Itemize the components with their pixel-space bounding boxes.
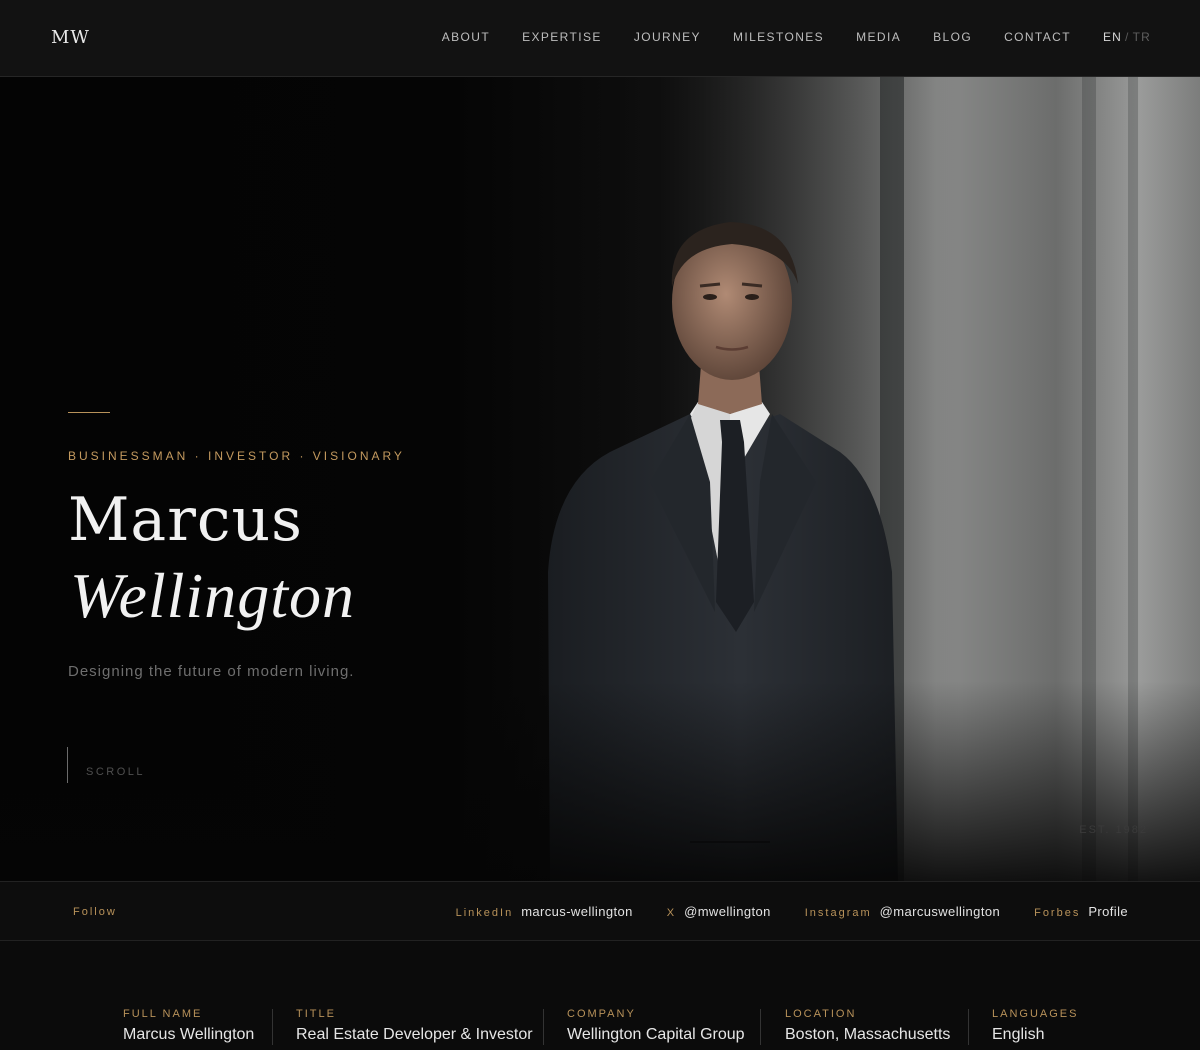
fact-label: FULL NAME — [123, 1008, 203, 1020]
hero-section: BUSINESSMAN · INVESTOR · VISIONARY Marcu… — [0, 77, 1200, 881]
social-handle: @marcuswellington — [879, 904, 1001, 919]
fact-title: TITLE Real Estate Developer & Investor — [296, 1008, 533, 1044]
fact-value: English — [992, 1026, 1045, 1043]
fact-value: Boston, Massachusetts — [785, 1026, 951, 1043]
main-nav: ABOUT EXPERTISE JOURNEY MILESTONES MEDIA… — [410, 30, 1151, 44]
social-handle: marcus-wellington — [521, 904, 633, 919]
fact-full-name: FULL NAME Marcus Wellington — [123, 1008, 254, 1044]
logo[interactable]: MW — [51, 27, 90, 48]
fact-value: Real Estate Developer & Investor — [296, 1026, 533, 1043]
social-network: Forbes — [1034, 907, 1081, 919]
social-network: X — [666, 907, 677, 919]
lang-en[interactable]: EN — [1103, 30, 1122, 44]
fact-divider — [543, 1009, 544, 1045]
top-navigation-bar: MW ABOUT EXPERTISE JOURNEY MILESTONES ME… — [0, 0, 1200, 77]
follow-bar: Follow LinkedIn marcus-wellington X @mwe… — [0, 881, 1200, 941]
fact-value: Wellington Capital Group — [567, 1026, 745, 1043]
established-label: EST. 1982 — [1079, 824, 1148, 836]
nav-about[interactable]: ABOUT — [442, 30, 490, 44]
fact-divider — [968, 1009, 969, 1045]
nav-milestones[interactable]: MILESTONES — [733, 30, 824, 44]
fact-languages: LANGUAGES English — [992, 1008, 1078, 1044]
nav-media[interactable]: MEDIA — [856, 30, 901, 44]
hero-tagline: BUSINESSMAN · INVESTOR · VISIONARY — [68, 449, 405, 463]
fact-label: LANGUAGES — [992, 1008, 1079, 1020]
hero-last-name: Wellington — [70, 560, 355, 631]
hero-fade — [0, 681, 1200, 881]
social-link-linkedin[interactable]: LinkedIn marcus-wellington — [456, 904, 633, 919]
lang-separator: / — [1125, 30, 1130, 44]
scroll-indicator[interactable] — [67, 747, 68, 783]
fact-company: COMPANY Wellington Capital Group — [567, 1008, 745, 1044]
social-links: LinkedIn marcus-wellington X @mwellingto… — [422, 904, 1128, 919]
social-link-instagram[interactable]: Instagram @marcuswellington — [805, 904, 1000, 919]
social-link-x[interactable]: X @mwellington — [667, 904, 771, 919]
nav-blog[interactable]: BLOG — [933, 30, 972, 44]
fact-location: LOCATION Boston, Massachusetts — [785, 1008, 950, 1044]
fact-label: LOCATION — [785, 1008, 857, 1020]
fact-divider — [760, 1009, 761, 1045]
social-handle: Profile — [1088, 904, 1128, 919]
language-switcher: EN / TR — [1103, 30, 1151, 44]
fact-divider — [272, 1009, 273, 1045]
hero-first-name: Marcus — [68, 485, 303, 555]
fact-label: COMPANY — [567, 1008, 636, 1020]
scroll-label[interactable]: SCROLL — [86, 766, 145, 778]
social-handle: @mwellington — [684, 904, 771, 919]
hero-subline: Designing the future of modern living. — [68, 663, 355, 680]
social-network: Instagram — [804, 907, 872, 919]
fact-value: Marcus Wellington — [123, 1026, 255, 1043]
nav-contact[interactable]: CONTACT — [1004, 30, 1071, 44]
nav-journey[interactable]: JOURNEY — [634, 30, 701, 44]
nav-expertise[interactable]: EXPERTISE — [522, 30, 602, 44]
profile-facts: FULL NAME Marcus Wellington TITLE Real E… — [0, 941, 1200, 1050]
accent-line — [68, 412, 110, 413]
fact-label: TITLE — [296, 1008, 336, 1020]
social-link-forbes[interactable]: Forbes Profile — [1034, 904, 1128, 919]
social-network: LinkedIn — [455, 907, 514, 919]
follow-label: Follow — [73, 906, 117, 918]
lang-tr[interactable]: TR — [1133, 30, 1151, 44]
